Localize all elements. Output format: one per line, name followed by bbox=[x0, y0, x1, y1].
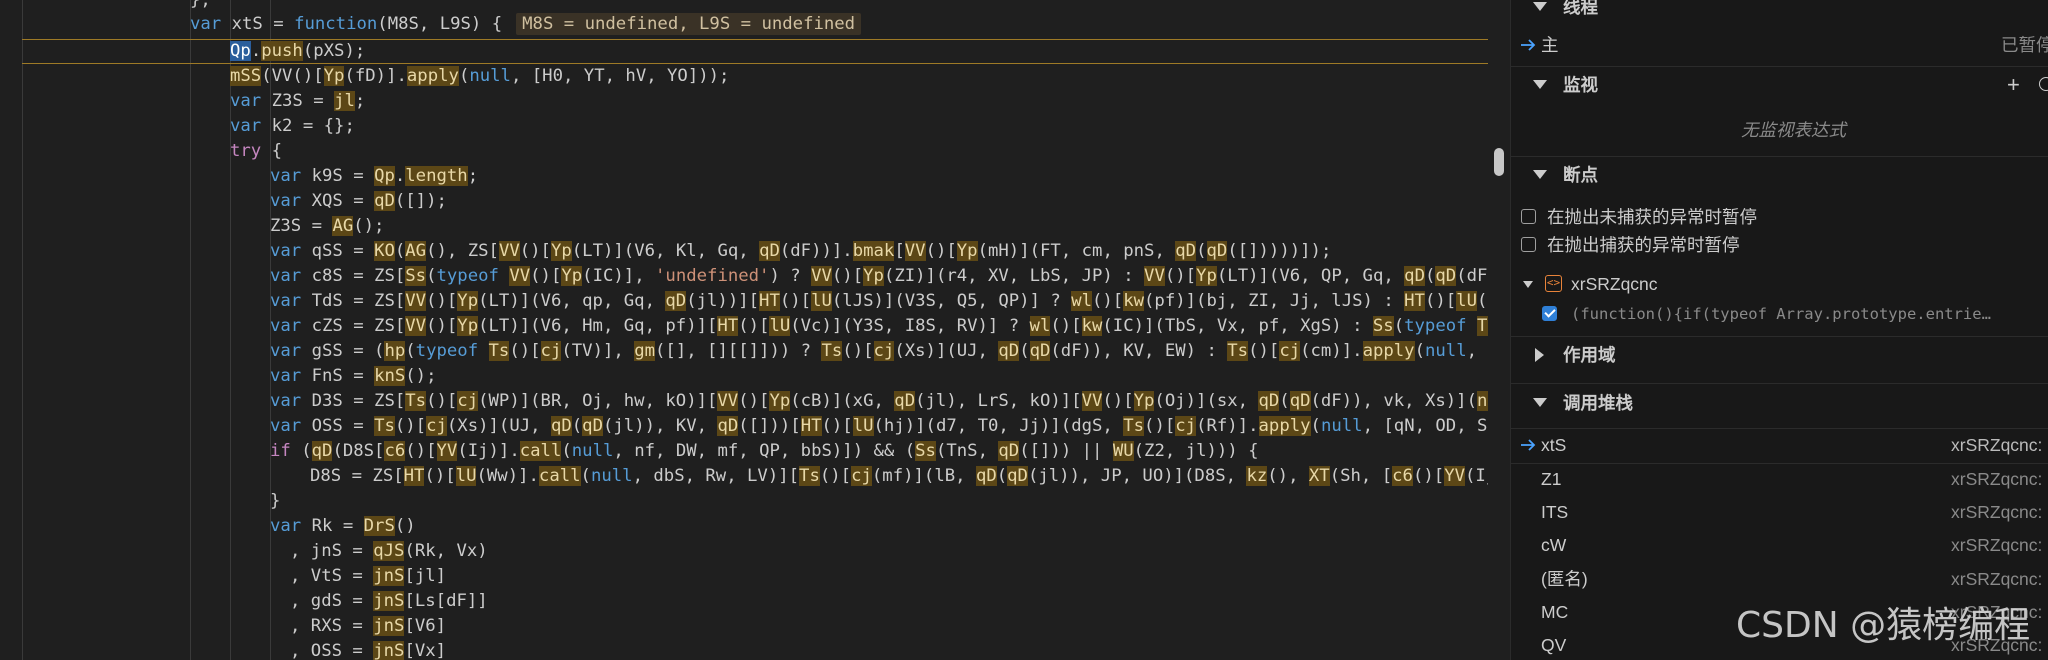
code-line: mSS(VV()[Yp(fD)].apply(null, [H0, YT, hV… bbox=[230, 66, 730, 86]
frame-name: cW bbox=[1541, 535, 1567, 555]
code-line: try { bbox=[230, 141, 283, 161]
thread-name: 主 bbox=[1541, 35, 1559, 55]
threads-section-header[interactable]: 线程 bbox=[1511, 0, 2048, 24]
breakpoint-entry[interactable]: (function(){if(typeof Array.prototype.en… bbox=[1511, 298, 2048, 330]
code-line: , gdS = jnS[Ls[dF]] bbox=[290, 591, 488, 611]
chevron-down-icon bbox=[1533, 80, 1547, 89]
arrow-right-icon bbox=[1521, 439, 1536, 451]
indent-guide bbox=[22, 0, 23, 660]
code-line: D8S = ZS[HT()[lU(Ww)].call(null, dbS, Rw… bbox=[310, 466, 1488, 486]
frame-name: Z1 bbox=[1541, 469, 1562, 489]
pause-caught-label: 在抛出捕获的异常时暂停 bbox=[1547, 235, 1740, 255]
code-line: } bbox=[270, 491, 281, 511]
chevron-down-icon bbox=[1533, 2, 1547, 11]
collapse-all-icon[interactable] bbox=[2039, 77, 2048, 91]
debug-sidebar: 线程 主 已暂停 监视 + 无监视表达式 断点 在抛出未捕获的异常时暂停 在抛出… bbox=[1510, 0, 2048, 660]
inline-values: M8S = undefined, L9S = undefined bbox=[516, 13, 862, 35]
breakpoints-section-header[interactable]: 断点 bbox=[1511, 158, 2048, 192]
frame-file: xrSRZqcnc: bbox=[1951, 469, 2043, 489]
pause-uncaught-checkbox[interactable] bbox=[1521, 209, 1536, 224]
scope-section-header[interactable]: 作用域 bbox=[1511, 338, 2048, 372]
callstack-frame[interactable]: cW xrSRZqcnc: bbox=[1511, 529, 2048, 561]
code-line: var k9S = Qp.length; bbox=[270, 166, 479, 186]
chevron-down-icon bbox=[1533, 398, 1547, 407]
code-line: var qSS = KO(AG(), ZS[VV()[Yp(LT)](V6, K… bbox=[270, 241, 1332, 261]
scrollbar-thumb[interactable] bbox=[1494, 148, 1504, 176]
watch-empty-text: 无监视表达式 bbox=[1741, 120, 1846, 140]
code-line: var Rk = DrS() bbox=[270, 516, 416, 536]
code-line-current: Qp.push(pXS); bbox=[230, 41, 366, 61]
code-editor[interactable]: }, var xtS = function(M8S, L9S) {M8S = u… bbox=[0, 0, 1488, 660]
code-line: var TdS = ZS[VV()[Yp(LT)](V6, qp, Gq, qD… bbox=[270, 291, 1488, 311]
thread-item-main[interactable]: 主 已暂停 bbox=[1511, 29, 2048, 61]
code-line: var cZS = ZS[VV()[Yp(LT)](V6, Hm, Gq, pf… bbox=[270, 314, 1488, 339]
divider bbox=[1511, 383, 2048, 384]
watermark: CSDN @猿榜编程 bbox=[1736, 605, 2031, 646]
frame-name: QV bbox=[1541, 635, 1567, 655]
js-file-icon: <> bbox=[1545, 275, 1562, 292]
frame-file: xrSRZqcnc: bbox=[1951, 435, 2043, 455]
code-line: var c8S = ZS[Ss(typeof VV()[Yp(IC)], 'un… bbox=[270, 266, 1488, 286]
frame-file: xrSRZqcnc: bbox=[1951, 535, 2043, 555]
breakpoint-checkbox[interactable] bbox=[1542, 306, 1557, 321]
breakpoint-file-row[interactable]: <> xrSRZqcnc bbox=[1511, 268, 2048, 300]
scope-header-label: 作用域 bbox=[1563, 345, 1616, 365]
callstack-frame[interactable]: ITS xrSRZqcnc: bbox=[1511, 496, 2048, 528]
callstack-section-header[interactable]: 调用堆栈 bbox=[1511, 386, 2048, 420]
frame-file: xrSRZqcnc: bbox=[1951, 569, 2043, 589]
code-line: var gSS = (hp(typeof Ts()[cj(TV)], gm([]… bbox=[270, 341, 1488, 361]
chevron-down-icon bbox=[1533, 170, 1547, 179]
code-line: var D3S = ZS[Ts()[cj(WP)](BR, Oj, hw, kO… bbox=[270, 389, 1488, 414]
code-line: var XQS = qD([]); bbox=[270, 191, 447, 211]
breakpoint-code: (function(){if(typeof Array.prototype.en… bbox=[1571, 305, 1991, 323]
threads-header-label: 线程 bbox=[1563, 0, 1598, 17]
editor-scrollbar[interactable] bbox=[1488, 0, 1510, 660]
breakpoints-header-label: 断点 bbox=[1563, 165, 1598, 185]
code-line: var Z3S = jl; bbox=[230, 91, 366, 111]
code-line: var k2 = {}; bbox=[230, 116, 355, 136]
breakpoint-file-name: xrSRZqcnc bbox=[1571, 274, 1658, 294]
callstack-frame[interactable]: Z1 xrSRZqcnc: bbox=[1511, 463, 2048, 495]
callstack-frame[interactable]: xtS xrSRZqcnc: bbox=[1511, 429, 2048, 461]
frame-name: MC bbox=[1541, 602, 1569, 622]
frame-file: xrSRZqcnc: bbox=[1951, 502, 2043, 522]
pause-caught-checkbox[interactable] bbox=[1521, 237, 1536, 252]
indent-guide bbox=[190, 0, 191, 660]
add-icon[interactable]: + bbox=[2007, 68, 2020, 102]
code-line: if (qD(D8S[c6()[YV(Ij)].call(null, nf, D… bbox=[270, 441, 1259, 461]
arrow-right-icon bbox=[1521, 39, 1536, 51]
code-line: var xtS = function(M8S, L9S) {M8S = unde… bbox=[190, 12, 862, 37]
divider bbox=[1511, 336, 2048, 337]
callstack-frame[interactable]: (匿名) xrSRZqcnc: bbox=[1511, 563, 2048, 595]
frame-name: ITS bbox=[1541, 502, 1569, 522]
frame-name: (匿名) bbox=[1541, 569, 1588, 589]
frame-name: xtS bbox=[1541, 435, 1567, 455]
code-line: , VtS = jnS[jl] bbox=[290, 566, 447, 586]
watch-section-header[interactable]: 监视 + bbox=[1511, 68, 2048, 102]
code-line: Z3S = AG(); bbox=[270, 216, 385, 236]
code-line: var OSS = Ts()[cj(Xs)](UJ, qD(qD(jl)), K… bbox=[270, 416, 1488, 436]
code-line: var FnS = knS(); bbox=[270, 366, 437, 386]
code-line: , RXS = jnS[V6] bbox=[290, 616, 447, 636]
divider bbox=[1511, 66, 2048, 67]
chevron-right-icon bbox=[1535, 348, 1544, 362]
code-line: , jnS = qJS(Rk, Vx) bbox=[290, 541, 488, 561]
thread-status: 已暂停 bbox=[2001, 35, 2048, 55]
watch-empty-row: 无监视表达式 bbox=[1511, 114, 2048, 146]
chevron-down-icon bbox=[1523, 281, 1533, 288]
divider bbox=[1511, 156, 2048, 157]
pause-caught-row[interactable]: 在抛出捕获的异常时暂停 bbox=[1511, 229, 2048, 261]
code-line: , OSS = jnS[Vx] bbox=[290, 641, 447, 660]
watch-header-label: 监视 bbox=[1563, 75, 1598, 95]
callstack-header-label: 调用堆栈 bbox=[1563, 393, 1633, 413]
